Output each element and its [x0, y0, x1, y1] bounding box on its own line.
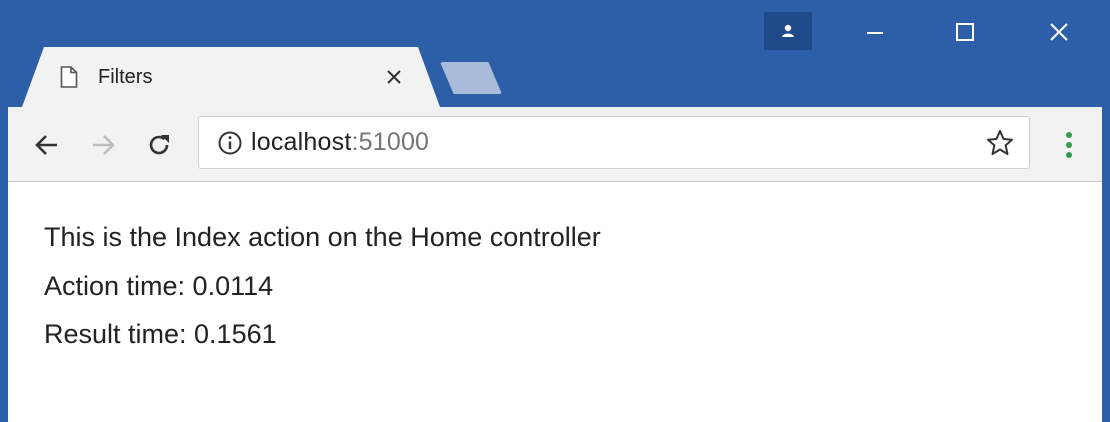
menu-dots-icon — [1066, 132, 1072, 158]
profile-icon — [782, 24, 794, 37]
back-arrow-icon — [35, 135, 57, 155]
tab-close-button[interactable] — [382, 65, 406, 89]
minimize-button[interactable] — [852, 14, 898, 50]
page-content: This is the Index action on the Home con… — [8, 182, 1102, 422]
tab-title: Filters — [98, 65, 153, 88]
result-time-text: Result time: 0.1561 — [44, 319, 277, 349]
minimize-icon — [867, 32, 883, 34]
browser-toolbar: localhost:51000 — [8, 107, 1102, 182]
url-port: :51000 — [351, 128, 430, 156]
url-host: localhost — [251, 128, 352, 156]
maximize-button[interactable] — [942, 14, 988, 50]
new-tab-button[interactable] — [440, 62, 502, 94]
forward-button[interactable] — [86, 128, 120, 162]
close-window-icon — [1050, 23, 1068, 41]
back-button[interactable] — [30, 128, 64, 162]
url-text[interactable]: localhost:51000 — [251, 128, 985, 157]
tab-filters[interactable]: Filters — [22, 47, 440, 107]
forward-arrow-icon — [93, 135, 115, 155]
close-icon — [386, 69, 402, 85]
menu-button[interactable] — [1054, 127, 1084, 163]
address-bar[interactable]: localhost:51000 — [198, 116, 1030, 169]
close-window-button[interactable] — [1036, 14, 1082, 50]
browser-window: Filters localhost:51000 This is the Inde… — [0, 0, 1110, 422]
reload-button[interactable] — [142, 128, 176, 162]
profile-button[interactable] — [764, 12, 812, 50]
info-icon[interactable] — [217, 130, 243, 156]
action-time-text: Action time: 0.0114 — [44, 271, 274, 301]
star-icon[interactable] — [985, 128, 1015, 158]
reload-icon — [149, 135, 169, 155]
index-message: This is the Index action on the Home con… — [44, 222, 601, 252]
maximize-icon — [956, 23, 974, 41]
page-icon — [60, 66, 78, 88]
